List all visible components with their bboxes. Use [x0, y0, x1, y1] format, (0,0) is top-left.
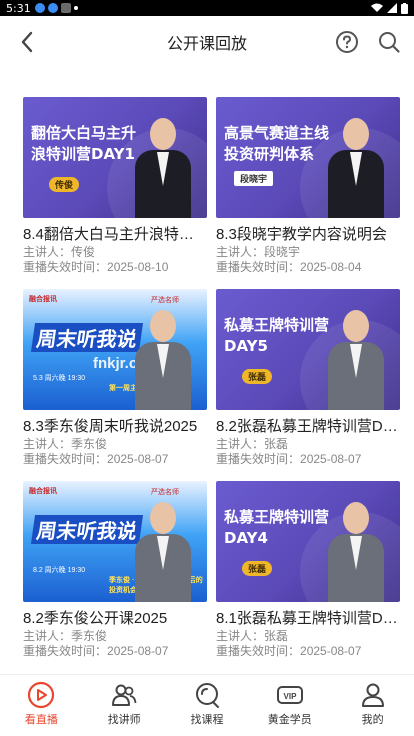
tab-label: 黄金学员: [267, 714, 312, 726]
app-header: 公开课回放: [0, 16, 414, 68]
expiry-line: 重播失效时间：2025-08-07: [216, 644, 362, 658]
lecturer-line: 主讲人：段晓宇: [216, 245, 301, 259]
video-thumbnail[interactable]: 私募王牌特训营DAY5 张磊: [216, 289, 400, 410]
expiry-date: 2025-08-07: [300, 644, 362, 658]
thumbnail-title: 翻倍大白马主升浪特训营DAY1: [31, 124, 137, 163]
video-card[interactable]: 融合报讯 严选名师 周末听我说 5.3 周六晚 19:30 第一周主播话题讨论 …: [23, 289, 207, 481]
profile-icon: [361, 683, 384, 707]
video-thumbnail[interactable]: 融合报讯 严选名师 周末听我说 8.2 周六晚 19:30 季东俊 · 价值投资…: [23, 481, 207, 602]
lecturer-name: 段晓宇: [264, 245, 301, 259]
expiry-line: 重播失效时间：2025-08-07: [216, 452, 362, 466]
video-title: 8.3季东俊周末听我说2025: [23, 418, 198, 435]
tab-live[interactable]: 看直播: [0, 675, 83, 736]
lecturer-name: 张磊: [264, 437, 289, 451]
course-search-icon: [195, 683, 219, 708]
back-button[interactable]: [12, 27, 42, 57]
expiry-date: 2025-08-07: [107, 644, 169, 658]
video-thumbnail[interactable]: 融合报讯 严选名师 周末听我说 5.3 周六晚 19:30 第一周主播话题讨论 …: [23, 289, 207, 410]
status-time: 5:31: [6, 1, 31, 15]
vip-icon: VIP: [276, 686, 303, 704]
lecturer-photo: [328, 498, 384, 602]
battery-icon: [401, 2, 408, 14]
video-thumbnail[interactable]: 私募王牌特训营DAY4 张磊: [216, 481, 400, 602]
video-title: 8.2季东俊公开课2025: [23, 610, 168, 627]
wifi-icon: [371, 3, 383, 12]
notification-icon: [47, 3, 58, 13]
expiry-date: 2025-08-04: [300, 260, 362, 274]
thumbnail-logo: 融合报讯: [29, 296, 57, 303]
lecturer-photo: [135, 498, 191, 602]
tab-label: 我的: [361, 714, 384, 726]
lecturer-line: 主讲人：季东俊: [23, 629, 108, 643]
thumbnail-title: 周末听我说: [30, 323, 144, 352]
tab-lecturers[interactable]: 找讲师: [83, 675, 166, 736]
lecturer-name: 季东俊: [71, 437, 108, 451]
people-icon: [112, 684, 137, 706]
thumbnail-lecturer-tag: 张磊: [242, 369, 273, 384]
video-card[interactable]: 融合报讯 严选名师 周末听我说 8.2 周六晚 19:30 季东俊 · 价值投资…: [23, 481, 207, 673]
lecturer-line: 主讲人：张磊: [216, 629, 289, 643]
lecturer-line: 主讲人：张磊: [216, 437, 289, 451]
thumbnail-subtitle: 8.2 周六晚 19:30: [33, 567, 86, 574]
expiry-line: 重播失效时间：2025-08-10: [23, 260, 169, 274]
thumbnail-lecturer-tag: 张磊: [242, 561, 273, 576]
lecturer-photo: [328, 306, 384, 410]
lecturer-name: 张磊: [264, 629, 289, 643]
notification-icon: [34, 3, 45, 13]
thumbnail-lecturer-tag: 传俊: [49, 177, 80, 192]
lecturer-name: 季东俊: [71, 629, 108, 643]
tab-label: 看直播: [24, 714, 58, 726]
thumbnail-lecturer-tag: 段晓宇: [234, 171, 274, 186]
lecturer-photo: [328, 114, 384, 218]
lecturer-line: 主讲人：传俊: [23, 245, 96, 259]
thumbnail-brand: 严选名师: [151, 297, 179, 304]
expiry-line: 重播失效时间：2025-08-04: [216, 260, 362, 274]
bottom-tab-bar: 看直播 找讲师 找课程 VIP 黄金学员 我的: [0, 674, 414, 736]
expiry-date: 2025-08-10: [107, 260, 169, 274]
video-title: 8.3段晓宇教学内容说明会: [216, 226, 387, 243]
video-title: 8.1张磊私募王牌特训营DAY4: [216, 610, 400, 627]
video-title: 8.4翻倍大白马主升浪特训营DAY1: [23, 226, 207, 243]
thumbnail-title: 私募王牌特训营DAY4: [224, 508, 330, 547]
expiry-date: 2025-08-07: [107, 452, 169, 466]
search-icon: [379, 32, 400, 53]
expiry-line: 重播失效时间：2025-08-07: [23, 452, 169, 466]
lecturer-name: 传俊: [71, 245, 96, 259]
thumbnail-title: 周末听我说: [30, 515, 144, 544]
help-button[interactable]: [334, 29, 360, 55]
lecturer-photo: [135, 114, 191, 218]
svg-text:VIP: VIP: [283, 692, 297, 701]
tab-courses[interactable]: 找课程: [166, 675, 249, 736]
lecturer-line: 主讲人：季东俊: [23, 437, 108, 451]
expiry-date: 2025-08-07: [300, 452, 362, 466]
expiry-line: 重播失效时间：2025-08-07: [23, 644, 169, 658]
tab-label: 找课程: [190, 714, 224, 726]
video-card[interactable]: 高景气赛道主线投资研判体系 段晓宇 8.3段晓宇教学内容说明会 主讲人：段晓宇 …: [216, 97, 400, 289]
tab-vip[interactable]: VIP 黄金学员: [248, 675, 331, 736]
thumbnail-title: 私募王牌特训营DAY5: [224, 316, 330, 355]
tab-profile[interactable]: 我的: [331, 675, 414, 736]
thumbnail-logo: 融合报讯: [29, 488, 57, 495]
notification-icon: [60, 3, 71, 13]
dot-icon: [73, 6, 78, 10]
video-thumbnail[interactable]: 翻倍大白马主升浪特训营DAY1 传俊: [23, 97, 207, 218]
back-arrow-icon: [21, 31, 33, 53]
video-card[interactable]: 私募王牌特训营DAY5 张磊 8.2张磊私募王牌特训营DAY5 主讲人：张磊 重…: [216, 289, 400, 481]
search-button[interactable]: [376, 29, 402, 55]
thumbnail-brand: 严选名师: [151, 489, 179, 496]
status-bar: 5:31: [0, 0, 414, 16]
thumbnail-subtitle: 5.3 周六晚 19:30: [33, 375, 86, 382]
video-card[interactable]: 私募王牌特训营DAY4 张磊 8.1张磊私募王牌特训营DAY4 主讲人：张磊 重…: [216, 481, 400, 673]
help-icon: [336, 31, 358, 53]
video-thumbnail[interactable]: 高景气赛道主线投资研判体系 段晓宇: [216, 97, 400, 218]
signal-icon: [387, 3, 397, 13]
lecturer-photo: [135, 306, 191, 410]
play-circle-icon: [28, 681, 55, 709]
video-title: 8.2张磊私募王牌特训营DAY5: [216, 418, 400, 435]
thumbnail-title: 高景气赛道主线投资研判体系: [224, 124, 330, 163]
tab-label: 找讲师: [107, 714, 141, 726]
video-grid: 翻倍大白马主升浪特训营DAY1 传俊 8.4翻倍大白马主升浪特训营DAY1 主讲…: [23, 97, 403, 673]
video-card[interactable]: 翻倍大白马主升浪特训营DAY1 传俊 8.4翻倍大白马主升浪特训营DAY1 主讲…: [23, 97, 207, 289]
